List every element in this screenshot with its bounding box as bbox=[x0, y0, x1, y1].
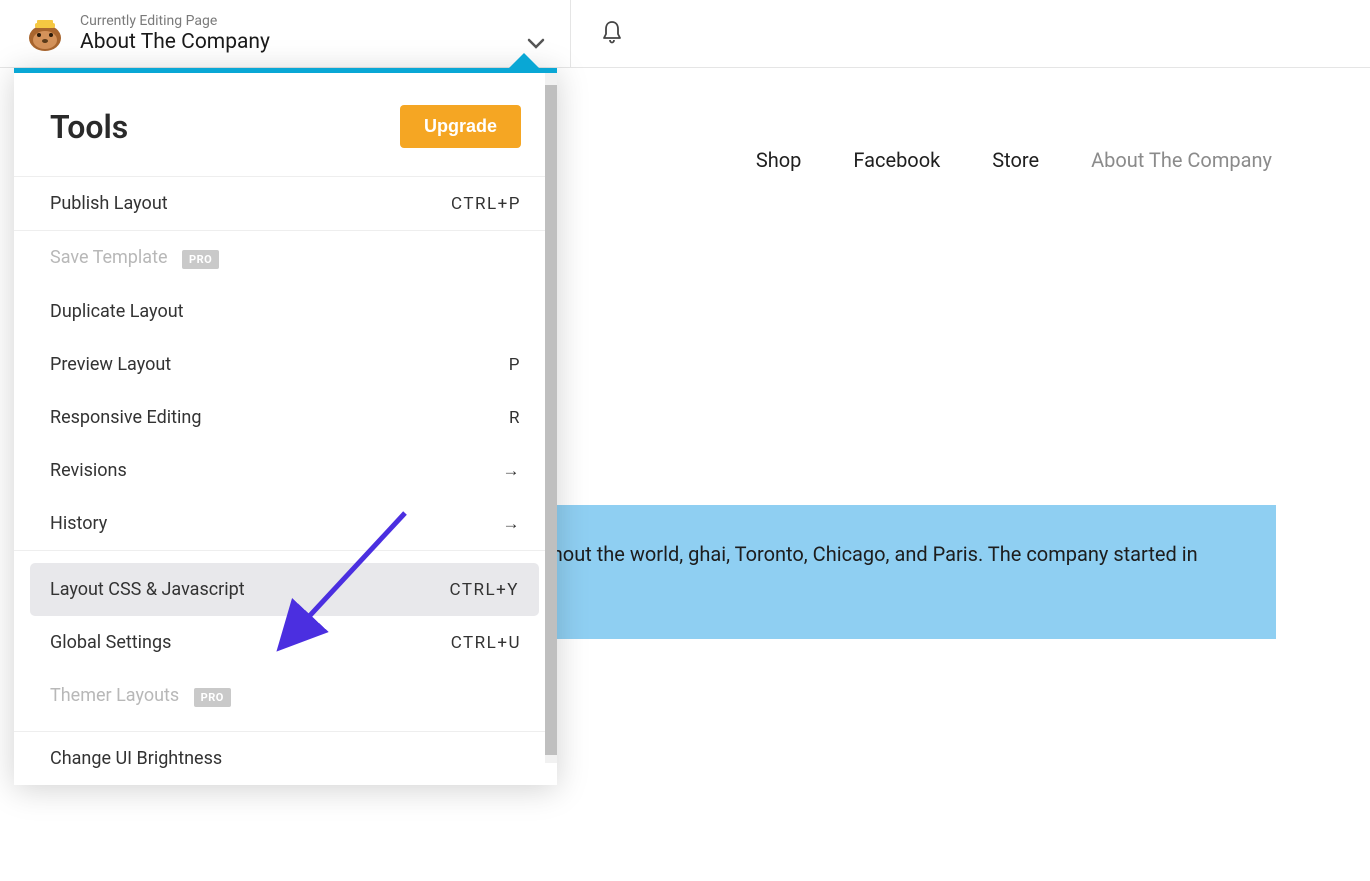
current-page-title: About The Company bbox=[80, 30, 270, 54]
upgrade-button[interactable]: Upgrade bbox=[400, 105, 521, 148]
menu-revisions[interactable]: Revisions → bbox=[14, 444, 557, 497]
dropdown-title: Tools bbox=[50, 108, 128, 146]
menu-layout-css-js[interactable]: Layout CSS & Javascript CTRL+Y bbox=[30, 563, 539, 616]
menu-item-label: Global Settings bbox=[50, 632, 171, 653]
menu-global-settings[interactable]: Global Settings CTRL+U bbox=[14, 616, 557, 669]
menu-item-shortcut: CTRL+Y bbox=[450, 580, 519, 600]
menu-item-label: Revisions bbox=[50, 460, 127, 481]
chevron-right-icon: → bbox=[503, 514, 522, 534]
topbar-divider bbox=[570, 0, 571, 68]
menu-save-template: Save Template PRO bbox=[14, 231, 557, 285]
chevron-right-icon: → bbox=[503, 461, 522, 481]
scrollbar-thumb[interactable] bbox=[545, 85, 557, 755]
menu-section-2: Save Template PRO Duplicate Layout Previ… bbox=[14, 230, 557, 550]
dropdown-scrollbar[interactable] bbox=[545, 73, 557, 763]
page-title-block[interactable]: Currently Editing Page About The Company bbox=[80, 13, 270, 54]
menu-section-3: Layout CSS & Javascript CTRL+Y Global Se… bbox=[14, 550, 557, 731]
menu-responsive-editing[interactable]: Responsive Editing R bbox=[14, 391, 557, 444]
nav-item-shop[interactable]: Shop bbox=[756, 148, 802, 172]
chevron-down-icon[interactable] bbox=[527, 35, 545, 54]
menu-item-label: Duplicate Layout bbox=[50, 301, 184, 322]
menu-item-label: Layout CSS & Javascript bbox=[50, 579, 245, 600]
menu-themer-layouts: Themer Layouts PRO bbox=[14, 669, 557, 723]
menu-duplicate-layout[interactable]: Duplicate Layout bbox=[14, 285, 557, 338]
menu-item-label: Preview Layout bbox=[50, 354, 171, 375]
menu-item-shortcut: P bbox=[509, 355, 521, 375]
menu-item-shortcut: CTRL+P bbox=[451, 194, 521, 214]
menu-history[interactable]: History → bbox=[14, 497, 557, 550]
pro-badge: PRO bbox=[194, 688, 231, 707]
menu-item-label: Themer Layouts bbox=[50, 685, 179, 706]
menu-item-label: History bbox=[50, 513, 107, 534]
nav-item-about[interactable]: About The Company bbox=[1091, 148, 1272, 172]
menu-preview-layout[interactable]: Preview Layout P bbox=[14, 338, 557, 391]
editor-topbar: Currently Editing Page About The Company bbox=[0, 0, 1370, 68]
menu-change-ui-brightness[interactable]: Change UI Brightness bbox=[14, 732, 557, 785]
beaver-builder-logo bbox=[20, 13, 70, 53]
menu-item-label: Responsive Editing bbox=[50, 407, 201, 428]
notifications-bell-icon[interactable] bbox=[601, 20, 623, 48]
topbar-left: Currently Editing Page About The Company bbox=[20, 13, 570, 54]
pro-badge: PRO bbox=[182, 250, 219, 269]
menu-item-label: Change UI Brightness bbox=[50, 748, 222, 769]
nav-item-store[interactable]: Store bbox=[992, 148, 1039, 172]
menu-item-label: Publish Layout bbox=[50, 193, 168, 214]
menu-section-4: Change UI Brightness bbox=[14, 731, 557, 785]
menu-item-label: Save Template bbox=[50, 247, 168, 268]
tools-dropdown: Tools Upgrade Publish Layout CTRL+P Save… bbox=[14, 68, 557, 785]
menu-section-1: Publish Layout CTRL+P bbox=[14, 176, 557, 230]
editing-label: Currently Editing Page bbox=[80, 13, 270, 30]
menu-item-shortcut: R bbox=[509, 408, 521, 428]
menu-item-shortcut: CTRL+U bbox=[451, 633, 521, 653]
dropdown-header: Tools Upgrade bbox=[14, 73, 557, 176]
menu-publish-layout[interactable]: Publish Layout CTRL+P bbox=[14, 177, 557, 230]
nav-item-facebook[interactable]: Facebook bbox=[853, 148, 940, 172]
